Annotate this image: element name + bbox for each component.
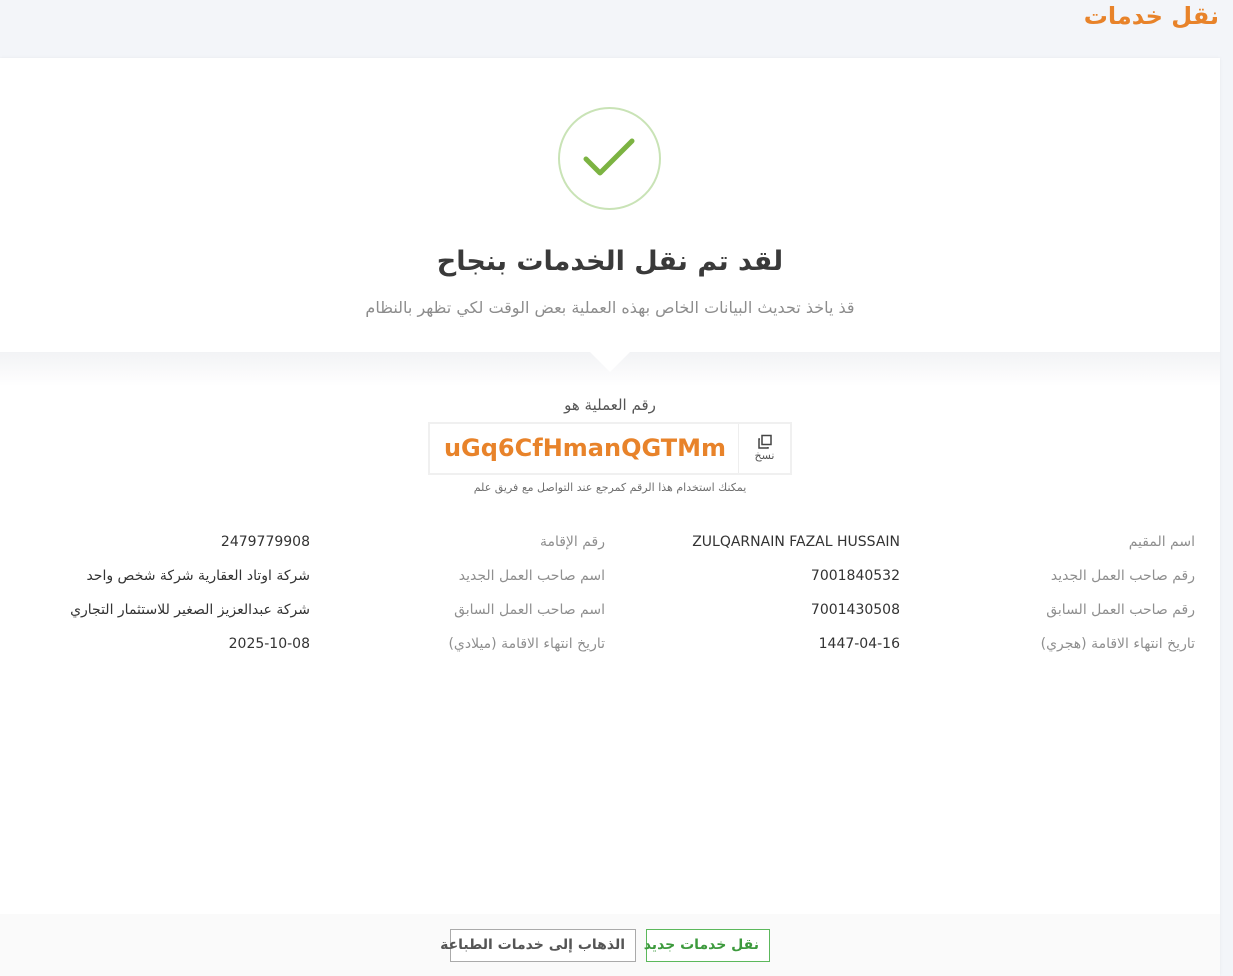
success-circle [558, 107, 661, 210]
print-services-button[interactable]: الذهاب إلى خدمات الطباعة [440, 929, 636, 962]
check-icon [583, 138, 635, 176]
copy-label: نسخ [754, 449, 775, 462]
reference-code: uGq6CfHmanQGTMm [443, 434, 727, 462]
new-employer-name-value: شركة اوتاد العقارية شركة شخص واحد [86, 568, 310, 584]
new-employer-number-value: 7001840532 [810, 568, 900, 584]
success-title: لقد تم نقل الخدمات بنجاح [436, 246, 784, 277]
reference-hint: يمكنك استخدام هذا الرقم كمرجع عند التواص… [473, 481, 747, 494]
iqama-number-label: رقم الإقامة [539, 534, 605, 550]
iqama-expiry-gregorian-label: تاريخ انتهاء الاقامة (ميلادي) [448, 636, 605, 652]
iqama-expiry-gregorian-value: 2025-10-08 [228, 636, 310, 652]
iqama-number-value: 2479779908 [220, 534, 310, 550]
detail-row: رقم صاحب العمل الجديد 7001840532 اسم صاح… [0, 568, 1220, 590]
prev-employer-number-value: 7001430508 [810, 602, 900, 618]
divider-notch [590, 352, 630, 372]
iqama-expiry-hijri-value: 1447-04-16 [818, 636, 900, 652]
prev-employer-name-label: اسم صاحب العمل السابق [454, 602, 605, 618]
detail-row: رقم صاحب العمل السابق 7001430508 اسم صاح… [0, 602, 1220, 624]
new-employer-name-label: اسم صاحب العمل الجديد [458, 568, 605, 584]
new-employer-number-label: رقم صاحب العمل الجديد [1050, 568, 1195, 584]
success-subtitle: قذ ياخذ تحديث البيانات الخاص بهذه العملي… [365, 298, 855, 317]
action-footer: نقل خدمات جديد الذهاب إلى خدمات الطباعة [0, 914, 1220, 976]
resident-name-value: ZULQARNAIN FAZAL HUSSAIN [692, 534, 900, 550]
iqama-expiry-hijri-label: تاريخ انتهاء الاقامة (هجري) [1040, 636, 1195, 652]
copy-icon [757, 434, 772, 449]
success-section: لقد تم نقل الخدمات بنجاح قذ ياخذ تحديث ا… [0, 58, 1220, 352]
prev-employer-name-value: شركة عبدالعزيز الصغير للاستثمار التجاري [70, 602, 310, 618]
detail-row: تاريخ انتهاء الاقامة (هجري) 1447-04-16 ت… [0, 636, 1220, 658]
page-title: نقل خدمات [1083, 2, 1219, 30]
copy-button[interactable]: نسخ [738, 424, 790, 473]
reference-box: uGq6CfHmanQGTMm نسخ [428, 422, 792, 475]
reference-label: رقم العملية هو [564, 396, 656, 414]
result-card: لقد تم نقل الخدمات بنجاح قذ ياخذ تحديث ا… [0, 58, 1220, 976]
prev-employer-number-label: رقم صاحب العمل السابق [1046, 602, 1195, 618]
new-transfer-button[interactable]: نقل خدمات جديد [644, 929, 770, 962]
detail-row: اسم المقيم ZULQARNAIN FAZAL HUSSAIN رقم … [0, 534, 1220, 556]
resident-name-label: اسم المقيم [1128, 534, 1195, 550]
